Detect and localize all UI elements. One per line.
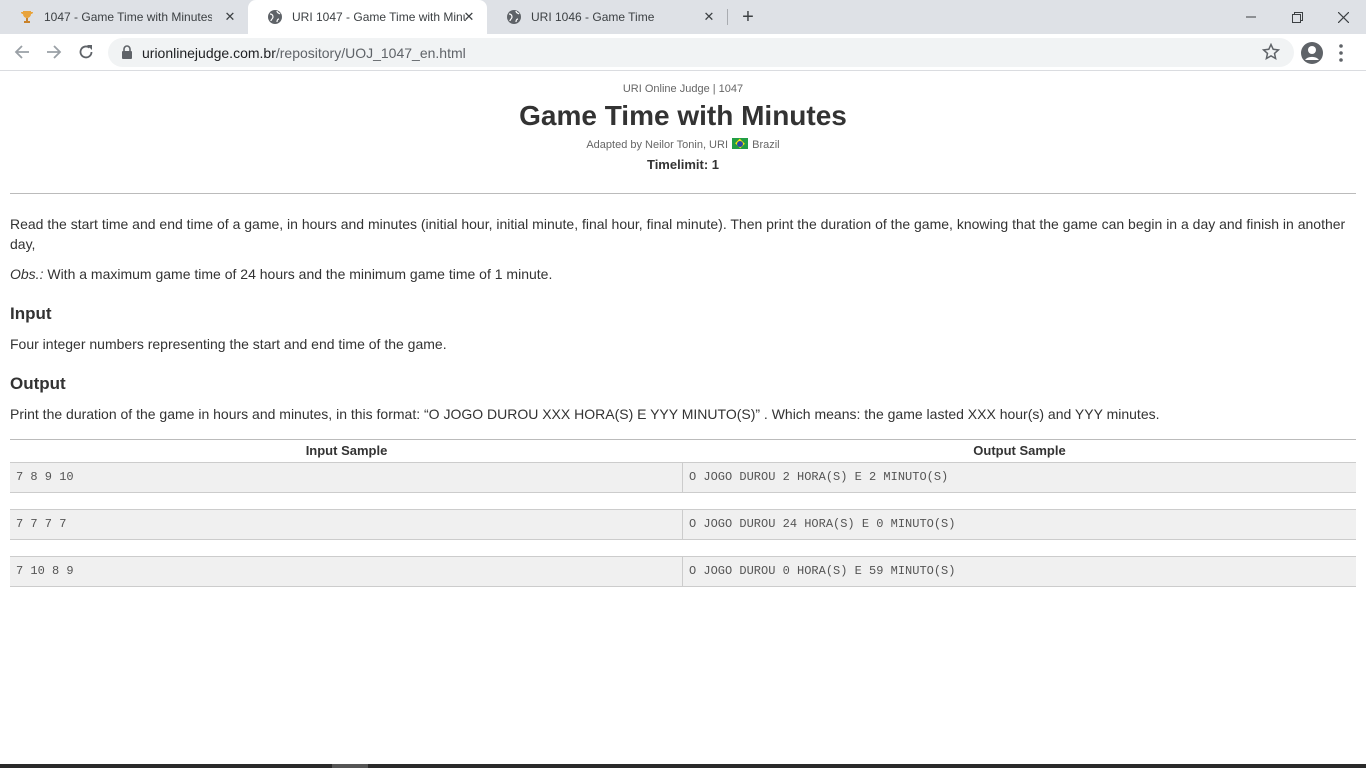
url-text: urionlinejudge.com.br/repository/UOJ_104… <box>142 45 466 61</box>
page-title: Game Time with Minutes <box>519 100 847 131</box>
sample-output: O JOGO DUROU 0 HORA(S) E 59 MINUTO(S) <box>689 564 956 578</box>
obs-label: Obs.: <box>10 266 44 282</box>
tab-uri-1047-judge[interactable]: 1047 - Game Time with Minutes ✕ <box>0 0 248 34</box>
taskbar-indicator <box>332 764 368 768</box>
divider <box>10 193 1356 194</box>
obs-text: With a maximum game time of 24 hours and… <box>43 266 553 282</box>
problem-description: Read the start time and end time of a ga… <box>10 216 1346 252</box>
tab-uri-1046[interactable]: URI 1046 - Game Time ✕ <box>487 0 727 34</box>
author-country: Brazil <box>752 139 780 151</box>
trophy-icon <box>19 9 35 25</box>
sample-row: 7 10 8 9 O JOGO DUROU 0 HORA(S) E 59 MIN… <box>10 556 1356 587</box>
back-arrow-icon[interactable] <box>10 40 34 64</box>
input-sample-header: Input Sample <box>305 443 388 458</box>
tab-title: URI 1047 - Game Time with Minutes <box>292 10 466 24</box>
tab-separator <box>727 9 728 25</box>
problem-observation: Obs.: With a maximum game time of 24 hou… <box>10 264 1356 284</box>
taskbar-edge <box>0 764 1366 768</box>
tab-title: URI 1046 - Game Time <box>531 10 655 24</box>
url-host: urionlinejudge.com.br <box>142 45 276 61</box>
sample-output: O JOGO DUROU 2 HORA(S) E 2 MINUTO(S) <box>689 470 949 484</box>
sample-input: 7 8 9 10 <box>10 463 683 492</box>
output-sample-header: Output Sample <box>973 443 1066 458</box>
author-line: Adapted by Neilor Tonin, URI Brazil <box>0 138 1366 151</box>
breadcrumb: URI Online Judge | 1047 <box>622 83 744 95</box>
forward-arrow-icon[interactable] <box>42 40 66 64</box>
input-description: Four integer numbers representing the st… <box>10 336 447 352</box>
close-window-icon[interactable] <box>1320 0 1366 34</box>
tab-strip: 1047 - Game Time with Minutes ✕ URI 1047… <box>0 0 1366 34</box>
close-icon[interactable]: ✕ <box>701 9 717 25</box>
menu-kebab-icon[interactable] <box>1333 41 1349 65</box>
timelimit: Timelimit: 1 <box>646 157 719 172</box>
sample-input: 7 10 8 9 <box>10 557 683 586</box>
browser-toolbar: urionlinejudge.com.br/repository/UOJ_104… <box>0 34 1366 71</box>
input-heading: Input <box>10 304 52 323</box>
samples-table: Input Sample Output Sample 7 8 9 10 O JO… <box>10 439 1356 587</box>
sample-input: 7 7 7 7 <box>10 510 683 539</box>
close-icon[interactable]: ✕ <box>222 9 238 25</box>
lock-icon[interactable] <box>121 45 133 59</box>
restore-icon[interactable] <box>1274 0 1320 34</box>
address-bar[interactable]: urionlinejudge.com.br/repository/UOJ_104… <box>108 38 1294 67</box>
reload-icon[interactable] <box>74 40 98 64</box>
minimize-icon[interactable] <box>1228 0 1274 34</box>
sample-row: 7 8 9 10 O JOGO DUROU 2 HORA(S) E 2 MINU… <box>10 462 1356 493</box>
tab-title: 1047 - Game Time with Minutes <box>44 10 212 24</box>
samples-header: Input Sample Output Sample <box>10 439 1356 462</box>
globe-icon <box>506 9 522 25</box>
bookmark-star-icon[interactable] <box>1261 42 1281 61</box>
author-text: Adapted by Neilor Tonin, URI <box>586 139 728 151</box>
url-path: /repository/UOJ_1047_en.html <box>275 45 466 61</box>
globe-icon <box>267 9 283 25</box>
tab-uri-1047-active[interactable]: URI 1047 - Game Time with Minutes ✕ <box>248 0 487 34</box>
brazil-flag-icon <box>732 138 749 149</box>
output-description: Print the duration of the game in hours … <box>10 406 1160 422</box>
new-tab-icon[interactable]: + <box>738 7 758 27</box>
profile-avatar-icon[interactable] <box>1300 41 1324 65</box>
page-content: URI Online Judge | 1047 Game Time with M… <box>0 72 1366 768</box>
output-heading: Output <box>10 374 66 393</box>
sample-output: O JOGO DUROU 24 HORA(S) E 0 MINUTO(S) <box>689 517 956 531</box>
sample-row: 7 7 7 7 O JOGO DUROU 24 HORA(S) E 0 MINU… <box>10 509 1356 540</box>
close-icon[interactable]: ✕ <box>461 9 477 25</box>
